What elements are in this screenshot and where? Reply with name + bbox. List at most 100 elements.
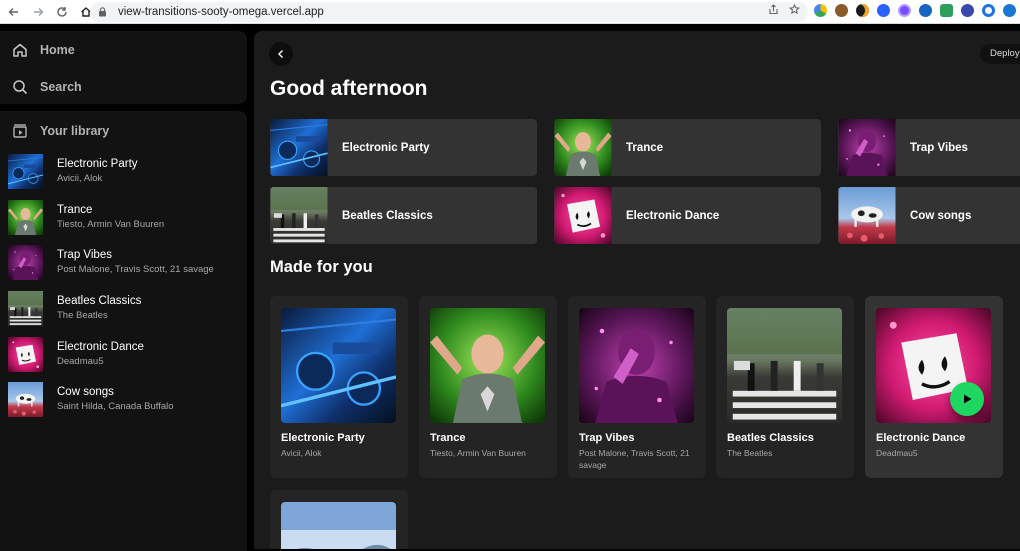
playlist-cover: [554, 119, 612, 176]
quick-pick-item[interactable]: Beatles Classics: [270, 187, 537, 244]
forward-arrow-icon[interactable]: [28, 2, 48, 22]
playlist-cover: [838, 187, 896, 244]
chevron-left-icon: [278, 50, 283, 58]
library-item[interactable]: Electronic Party Avicii, Alok: [0, 149, 247, 195]
playlist-artists: Tiesto, Armin Van Buuren: [57, 218, 165, 230]
playlist-artists: Deadmau5: [57, 355, 104, 367]
url-text: view-transitions-sooty-omega.vercel.app: [118, 6, 324, 18]
playlist-cover: [8, 291, 43, 326]
lock-icon: [98, 7, 110, 17]
sidebar-item-label: Search: [40, 79, 82, 94]
playlist-cover: [554, 187, 612, 244]
library-item[interactable]: Electronic Dance Deadmau5: [0, 331, 247, 377]
library-item[interactable]: Trap Vibes Post Malone, Travis Scott, 21 …: [0, 240, 247, 286]
reload-icon[interactable]: [52, 2, 72, 22]
card-artists: Deadmau5: [876, 448, 918, 458]
playlist-title: Trance: [57, 203, 93, 216]
library-item[interactable]: Cow songs Saint Hilda, Canada Buffalo: [0, 377, 247, 423]
address-bar[interactable]: view-transitions-sooty-omega.vercel.app: [90, 2, 808, 22]
moon-extension-icon[interactable]: [856, 4, 869, 17]
ring-extension-icon[interactable]: [982, 4, 995, 17]
circle-extension-icon[interactable]: [877, 4, 890, 17]
card-artists: Post Malone, Travis Scott, 21 savage: [579, 448, 690, 470]
gear-extension-icon[interactable]: [961, 4, 974, 17]
quick-pick-label: Trap Vibes: [910, 141, 968, 154]
playlist-artists: Avicii, Alok: [57, 173, 103, 185]
cookie-extension-icon[interactable]: [835, 4, 848, 17]
browser-toolbar: view-transitions-sooty-omega.vercel.app: [0, 0, 1020, 24]
quick-pick-label: Cow songs: [910, 209, 972, 222]
sidebar-item-home[interactable]: Home: [0, 31, 247, 68]
library-header[interactable]: Your library: [0, 113, 247, 149]
quick-pick-item[interactable]: Cow songs: [838, 187, 1020, 244]
playlist-cover: [8, 382, 43, 417]
playlist-cover: [876, 308, 991, 423]
playlist-cover: [270, 187, 328, 244]
playlist-artists: Post Malone, Travis Scott, 21 savage: [57, 264, 214, 276]
playlist-artists: Saint Hilda, Canada Buffalo: [57, 401, 174, 413]
library-icon: [12, 123, 28, 139]
playlist-card[interactable]: [270, 490, 408, 549]
page-title: Good afternoon: [270, 77, 428, 100]
library-item[interactable]: Trance Tiesto, Armin Van Buuren: [0, 195, 247, 241]
target-extension-icon[interactable]: [898, 4, 911, 17]
quick-pick-item[interactable]: Electronic Dance: [554, 187, 821, 244]
app-root: Home Search Your library Electronic Part…: [0, 25, 1020, 551]
playlist-card[interactable]: Electronic Dance Deadmau5: [865, 296, 1003, 478]
quick-pick-item[interactable]: Electronic Party: [270, 119, 537, 176]
playlist-cover: [8, 245, 43, 280]
playlist-cover: [281, 502, 396, 549]
playlist-card[interactable]: Beatles Classics The Beatles: [716, 296, 854, 478]
card-artists: Tiesto, Armin Van Buuren: [430, 448, 526, 458]
quick-pick-item[interactable]: Trap Vibes: [838, 119, 1020, 176]
playlist-title: Trap Vibes: [57, 249, 112, 262]
quick-pick-item[interactable]: Trance: [554, 119, 821, 176]
quick-pick-label: Beatles Classics: [342, 209, 433, 222]
power-extension-icon[interactable]: [1003, 4, 1016, 17]
card-title: Electronic Party: [281, 432, 365, 444]
playlist-title: Electronic Dance: [57, 340, 144, 353]
card-artists: The Beatles: [727, 448, 773, 458]
playlist-cover: [270, 119, 328, 176]
playlist-cover: [579, 308, 694, 423]
library-label: Your library: [40, 124, 110, 138]
back-button[interactable]: [269, 42, 293, 66]
playlist-cover: [8, 200, 43, 235]
playlist-title: Cow songs: [57, 386, 114, 399]
quick-pick-label: Electronic Dance: [626, 209, 720, 222]
card-title: Trance: [430, 432, 466, 444]
playlist-title: Electronic Party: [57, 158, 138, 171]
play-button[interactable]: [950, 382, 984, 416]
sidebar-library: Your library Electronic Party Avicii, Alo…: [0, 111, 247, 551]
back-arrow-icon[interactable]: [4, 2, 24, 22]
cloud-extension-icon[interactable]: [919, 4, 932, 17]
playlist-cover: [838, 119, 896, 176]
sidebar-item-search[interactable]: Search: [0, 68, 247, 105]
card-title: Trap Vibes: [579, 432, 635, 444]
playlist-card[interactable]: Electronic Party Avicii, Alok: [270, 296, 408, 478]
playlist-cover: [430, 308, 545, 423]
playlist-cover: [8, 154, 43, 189]
drive-extension-icon[interactable]: [814, 4, 827, 17]
playlist-title: Beatles Classics: [57, 295, 142, 308]
extensions-bar: [814, 4, 1020, 17]
quick-pick-label: Trance: [626, 141, 664, 154]
playlist-card[interactable]: Trap Vibes Post Malone, Travis Scott, 21…: [568, 296, 706, 478]
playlist-cover: [281, 308, 396, 423]
download-extension-icon[interactable]: [940, 4, 953, 17]
main-content: Deploy Good afternoon Electronic Party T…: [254, 31, 1020, 549]
bookmark-star-icon[interactable]: [789, 4, 800, 15]
search-icon: [12, 79, 28, 95]
library-item[interactable]: Beatles Classics The Beatles: [0, 286, 247, 332]
playlist-card[interactable]: Trance Tiesto, Armin Van Buuren: [419, 296, 557, 478]
deploy-button[interactable]: Deploy: [980, 44, 1020, 64]
share-icon[interactable]: [768, 4, 779, 15]
card-title: Beatles Classics: [727, 432, 814, 444]
playlist-artists: The Beatles: [57, 310, 108, 322]
sidebar-nav: Home Search: [0, 31, 247, 104]
section-title: Made for you: [270, 258, 373, 276]
sidebar-item-label: Home: [40, 42, 75, 57]
library-list: Electronic Party Avicii, Alok Trance Tiest…: [0, 149, 247, 423]
card-title: Electronic Dance: [876, 432, 966, 444]
playlist-cover: [8, 337, 43, 372]
